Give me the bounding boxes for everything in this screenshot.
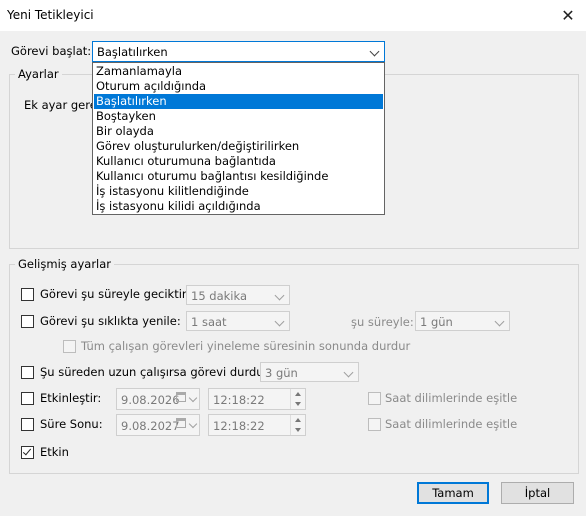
delay-select[interactable]: 15 dakika xyxy=(186,285,290,305)
dropdown-option-baslatilirken[interactable]: Başlatılırken xyxy=(94,94,383,109)
expire-label: Süre Sonu: xyxy=(40,417,103,431)
dropdown-option-bostayken[interactable]: Boştayken xyxy=(94,109,383,124)
repeat-select[interactable]: 1 saat xyxy=(186,311,290,331)
window-title: Yeni Tetikleyici xyxy=(7,8,94,22)
delay-label: Görevi şu süreyle geciktir: xyxy=(40,287,191,301)
stop-longer-value: 3 gün xyxy=(265,366,298,380)
dropdown-option-kilitlendiginde[interactable]: İş istasyonu kilitlendiğinde xyxy=(94,184,383,199)
advanced-settings-legend: Gelişmiş ayarlar xyxy=(18,257,112,271)
stop-longer-checkbox[interactable] xyxy=(21,366,34,379)
expire-time-value: 12:18:22 xyxy=(213,419,265,433)
cancel-button[interactable]: İptal xyxy=(501,482,574,504)
start-task-label: Görevi başlat: xyxy=(11,44,92,58)
delay-checkbox[interactable] xyxy=(21,288,34,301)
activate-sync-checkbox[interactable] xyxy=(368,392,381,405)
expire-date-picker[interactable]: 9.08.2027 xyxy=(116,414,200,436)
close-icon[interactable]: ✕ xyxy=(551,3,585,29)
expire-time-field[interactable]: 12:18:22 xyxy=(208,414,306,436)
activate-date-picker[interactable]: 9.08.2026 xyxy=(116,388,200,410)
activate-sync-label: Saat dilimlerinde eşitle xyxy=(385,391,518,405)
delay-value: 15 dakika xyxy=(191,289,247,303)
activate-label: Etkinleştir: xyxy=(40,391,102,405)
expire-date-value: 9.08.2027 xyxy=(121,419,180,433)
calendar-icon xyxy=(176,392,186,402)
dropdown-option-bir-olayda[interactable]: Bir olayda xyxy=(94,124,383,139)
ok-button[interactable]: Tamam xyxy=(417,482,489,504)
dropdown-option-gorev-olusturulurken[interactable]: Görev oluşturulurken/değiştirilirken xyxy=(94,139,383,154)
chevron-down-icon xyxy=(494,316,505,327)
expire-checkbox[interactable] xyxy=(21,418,34,431)
calendar-icon xyxy=(176,418,186,428)
activate-time-field[interactable]: 12:18:22 xyxy=(208,388,306,410)
repeat-value: 1 saat xyxy=(191,315,227,329)
start-task-select[interactable]: Başlatılırken xyxy=(92,41,385,62)
chevron-down-icon xyxy=(369,46,380,57)
repeat-label: Görevi şu sıklıkta yenile: xyxy=(40,314,181,328)
enabled-checkbox[interactable] xyxy=(21,446,34,459)
title-bar: Yeni Tetikleyici ✕ xyxy=(0,0,586,31)
chevron-down-icon xyxy=(188,419,198,429)
repeat-checkbox[interactable] xyxy=(21,315,34,328)
dropdown-option-oturum-acildiginda[interactable]: Oturum açıldığında xyxy=(94,79,383,94)
dropdown-option-oturum-baglantida[interactable]: Kullanıcı oturumuna bağlantıda xyxy=(94,154,383,169)
activate-date-value: 9.08.2026 xyxy=(121,393,180,407)
repeat-duration-value: 1 gün xyxy=(420,315,453,329)
stop-longer-label: Şu süreden uzun çalışırsa görevi durdur: xyxy=(40,365,272,379)
stop-all-label: Tüm çalışan görevleri yineleme süresinin… xyxy=(81,339,411,353)
enabled-label: Etkin xyxy=(40,445,69,459)
expire-sync-label: Saat dilimlerinde eşitle xyxy=(385,417,518,431)
repeat-duration-label: şu süreyle: xyxy=(351,315,414,329)
chevron-down-icon xyxy=(188,393,198,403)
start-task-value: Başlatılırken xyxy=(97,45,168,59)
start-task-dropdown-list: Zamanlamayla Oturum açıldığında Başlatıl… xyxy=(92,62,385,215)
expire-sync-checkbox[interactable] xyxy=(368,418,381,431)
time-spinner[interactable] xyxy=(290,415,305,435)
dropdown-option-zamanlamayla[interactable]: Zamanlamayla xyxy=(94,64,383,79)
chevron-down-icon xyxy=(274,290,285,301)
activate-time-value: 12:18:22 xyxy=(213,393,265,407)
time-spinner[interactable] xyxy=(290,389,305,409)
dropdown-option-kilidi-acildiginda[interactable]: İş istasyonu kilidi açıldığında xyxy=(94,199,383,214)
stop-all-checkbox[interactable] xyxy=(63,340,76,353)
settings-legend: Ayarlar xyxy=(18,67,59,81)
dropdown-option-oturum-baglanti-kesildiginde[interactable]: Kullanıcı oturumu bağlantısı kesildiğind… xyxy=(94,169,383,184)
chevron-down-icon xyxy=(343,367,354,378)
repeat-duration-select[interactable]: 1 gün xyxy=(415,311,510,331)
stop-longer-select[interactable]: 3 gün xyxy=(260,362,359,382)
activate-checkbox[interactable] xyxy=(21,392,34,405)
chevron-down-icon xyxy=(274,316,285,327)
